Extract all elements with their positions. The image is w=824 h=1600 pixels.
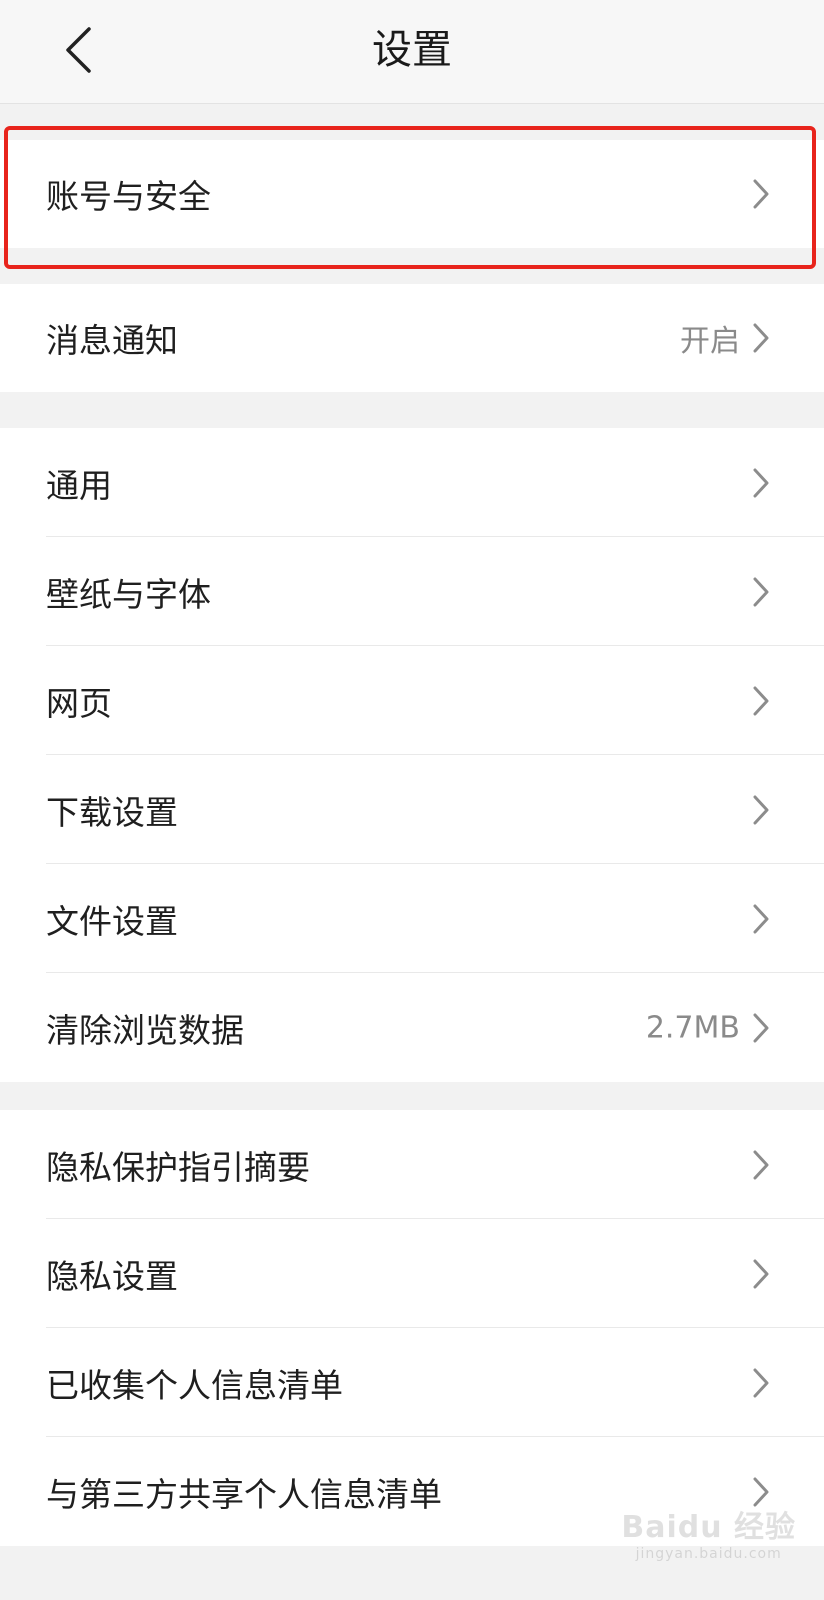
chevron-right-icon	[752, 794, 770, 826]
row-label: 下载设置	[46, 792, 178, 832]
settings-row-general[interactable]: 通用	[0, 428, 824, 537]
chevron-right-icon	[752, 1149, 770, 1181]
row-value: 开启	[680, 324, 740, 359]
row-label: 壁纸与字体	[46, 574, 211, 614]
row-label: 隐私保护指引摘要	[46, 1147, 310, 1187]
chevron-right-icon	[752, 903, 770, 935]
chevron-right-icon	[752, 685, 770, 717]
chevron-right-icon	[752, 1012, 770, 1044]
row-label: 文件设置	[46, 901, 178, 941]
section-privacy: 隐私保护指引摘要 隐私设置 已收集个人信息清单 与第三方共享个人信息清单	[0, 1110, 824, 1546]
row-label: 账号与安全	[46, 177, 211, 216]
settings-row-download[interactable]: 下载设置	[0, 755, 824, 864]
chevron-right-icon	[752, 1367, 770, 1399]
settings-row-file[interactable]: 文件设置	[0, 864, 824, 973]
page-title: 设置	[372, 27, 452, 73]
chevron-right-icon	[752, 1258, 770, 1290]
row-label: 消息通知	[46, 321, 178, 360]
watermark-main: Baidu 经验	[621, 1510, 796, 1545]
row-value: 2.7MB	[645, 1010, 740, 1045]
settings-row-collected-info-list[interactable]: 已收集个人信息清单	[0, 1328, 824, 1437]
settings-row-clear-browsing-data[interactable]: 清除浏览数据 2.7MB	[0, 973, 824, 1082]
settings-row-webpage[interactable]: 网页	[0, 646, 824, 755]
settings-row-privacy-summary[interactable]: 隐私保护指引摘要	[0, 1110, 824, 1219]
section-notifications: 消息通知 开启	[0, 284, 824, 392]
baidu-watermark: Baidu 经验 jingyan.baidu.com	[621, 1502, 796, 1562]
row-label: 网页	[46, 683, 112, 723]
settings-row-wallpaper-font[interactable]: 壁纸与字体	[0, 537, 824, 646]
chevron-right-icon	[752, 178, 770, 210]
row-label: 与第三方共享个人信息清单	[46, 1474, 442, 1514]
row-label: 已收集个人信息清单	[46, 1365, 343, 1405]
section-general: 通用 壁纸与字体 网页 下载设置 文件设置 清除浏览数据 2.7MB	[0, 428, 824, 1082]
watermark-sub: jingyan.baidu.com	[635, 1546, 782, 1562]
row-label: 清除浏览数据	[46, 1010, 244, 1050]
chevron-right-icon	[752, 322, 770, 354]
row-label: 通用	[46, 465, 112, 505]
settings-row-account-security[interactable]: 账号与安全	[0, 140, 824, 248]
settings-row-privacy-settings[interactable]: 隐私设置	[0, 1219, 824, 1328]
section-account: 账号与安全	[0, 140, 824, 248]
chevron-right-icon	[752, 576, 770, 608]
chevron-right-icon	[752, 467, 770, 499]
settings-row-notifications[interactable]: 消息通知 开启	[0, 284, 824, 392]
top-bar: 设置	[0, 0, 824, 104]
row-label: 隐私设置	[46, 1256, 178, 1296]
